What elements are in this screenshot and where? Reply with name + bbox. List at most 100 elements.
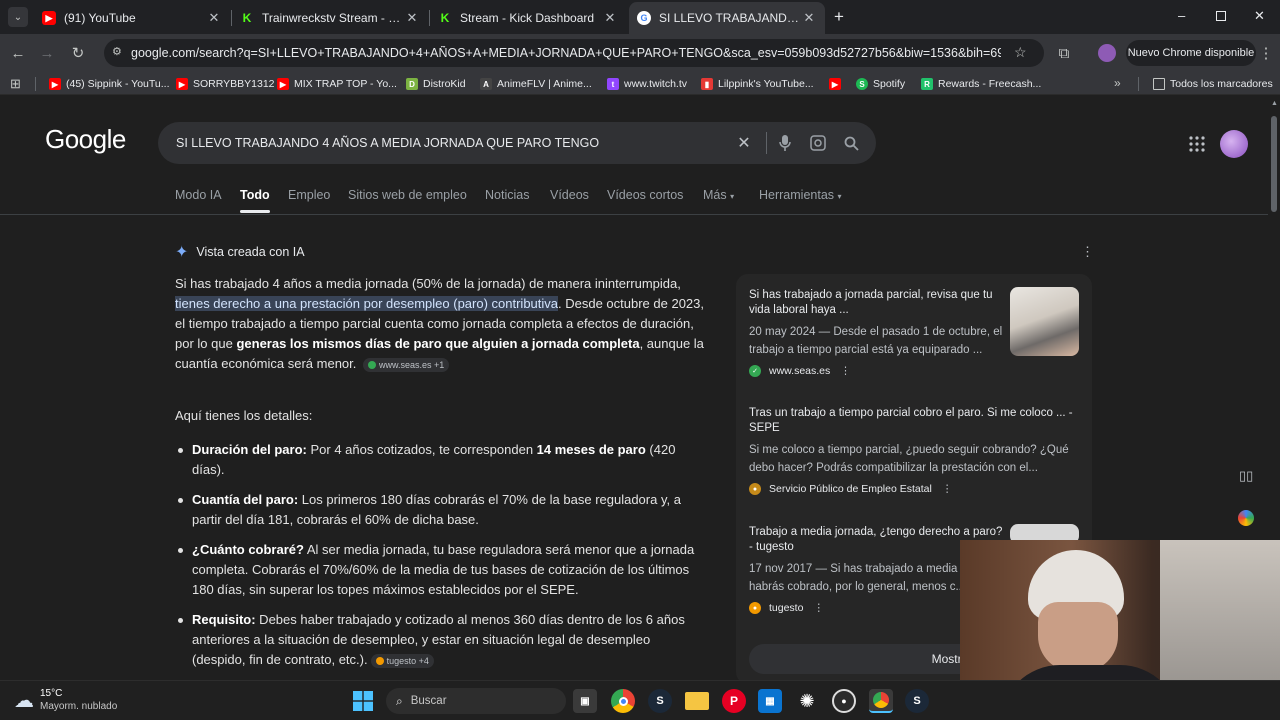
address-bar[interactable]: ⚙ google.com/search?q=SI+LLEVO+TRABAJAND…: [104, 39, 1044, 67]
minimize-icon[interactable]: –: [1178, 8, 1192, 23]
restore-icon[interactable]: [1216, 11, 1226, 21]
file-explorer-icon[interactable]: [685, 692, 709, 710]
site-info-icon[interactable]: ⚙: [112, 45, 122, 58]
list-item: Requisito: Debes haber trabajado y cotiz…: [175, 610, 703, 670]
all-bookmarks-folder[interactable]: Todos los marcadores: [1153, 76, 1273, 92]
tab-herramientas[interactable]: Herramientas ▾: [759, 188, 842, 202]
source-chip[interactable]: www.seas.es +1: [363, 357, 450, 372]
openai-icon[interactable]: ✺: [795, 689, 819, 713]
source-chip[interactable]: tugesto +4: [370, 653, 434, 668]
chart-icon: ▮: [701, 78, 713, 90]
close-window-icon[interactable]: ✕: [1254, 8, 1265, 24]
source-site[interactable]: ✓ www.seas.es ⋮: [749, 365, 1004, 377]
clear-icon[interactable]: ✕: [734, 133, 754, 153]
more-options-icon[interactable]: ⋮: [813, 602, 824, 614]
source-site[interactable]: ● Servicio Público de Empleo Estatal ⋮: [749, 483, 1083, 495]
store-icon[interactable]: ▦: [758, 689, 782, 713]
tab-noticias[interactable]: Noticias: [485, 188, 529, 202]
bookmark-item[interactable]: ▶ MIX TRAP TOP - Yo...: [277, 76, 397, 92]
microphone-icon[interactable]: [775, 133, 795, 153]
tab-google-search[interactable]: G SI LLEVO TRABAJANDO 4 AÑOS ✕: [629, 2, 825, 34]
bookmark-item[interactable]: t www.twitch.tv: [607, 76, 687, 92]
animeflv-icon: A: [480, 78, 492, 90]
details-heading: Aquí tienes los detalles:: [175, 408, 313, 423]
menu-dots-icon[interactable]: ⋮: [1254, 41, 1278, 65]
kick-icon: K: [438, 11, 452, 25]
weather-widget[interactable]: ☁ 15°C Mayorm. nublado: [14, 687, 117, 713]
source-card[interactable]: Si has trabajado a jornada parcial, revi…: [749, 288, 1004, 377]
bookmark-item[interactable]: ▮ Lilppink's YouTube...: [701, 76, 814, 92]
update-chrome-button[interactable]: Nuevo Chrome disponible: [1126, 40, 1256, 66]
more-options-icon[interactable]: ⋮: [840, 365, 851, 377]
tab-modo-ia[interactable]: Modo IA: [175, 188, 222, 202]
bookmark-item[interactable]: S Spotify: [856, 76, 905, 92]
bookmark-item[interactable]: D DistroKid: [406, 76, 466, 92]
bookmark-star-icon[interactable]: ☆: [1014, 44, 1027, 61]
sparkle-icon: ✦: [175, 244, 189, 261]
bookmark-item[interactable]: ▶: [829, 76, 846, 92]
tab-mas[interactable]: Más ▾: [703, 188, 734, 202]
verified-icon: ✓: [749, 365, 761, 377]
extensions-icon[interactable]: ⧉: [1052, 41, 1076, 65]
highlighted-answer[interactable]: tienes derecho a una prestación por dese…: [175, 296, 559, 311]
task-view-icon[interactable]: ▣: [573, 689, 597, 713]
obs-icon[interactable]: ●: [832, 689, 856, 713]
tab-videos[interactable]: Vídeos: [550, 188, 589, 202]
search-icon[interactable]: [841, 133, 861, 153]
tab-title: Stream - Kick Dashboard: [460, 11, 595, 25]
scroll-up-icon[interactable]: ▲: [1271, 100, 1278, 107]
tab-sitios-web-empleo[interactable]: Sitios web de empleo: [348, 188, 467, 202]
windows-start-icon[interactable]: [351, 689, 375, 713]
tab-search-button[interactable]: ⌄: [8, 7, 28, 27]
chrome-labs-icon[interactable]: [1238, 510, 1254, 526]
browser-toolbar: ← → ↻ ⚙ google.com/search?q=SI+LLEVO+TRA…: [0, 34, 1280, 72]
chrome-active-icon[interactable]: [869, 689, 893, 713]
chrome-icon[interactable]: [611, 689, 635, 713]
bookmark-item[interactable]: A AnimeFLV | Anime...: [480, 76, 592, 92]
back-icon[interactable]: ←: [6, 41, 30, 65]
lens-icon[interactable]: [808, 133, 828, 153]
profile-avatar[interactable]: [1098, 44, 1116, 62]
more-options-icon[interactable]: ⋮: [942, 483, 953, 495]
pinterest-icon[interactable]: P: [722, 689, 746, 713]
reload-icon[interactable]: ↻: [66, 41, 90, 65]
steam-icon[interactable]: S: [905, 689, 929, 713]
source-title[interactable]: Tras un trabajo a tiempo parcial cobro e…: [749, 406, 1083, 436]
tab-kick-dashboard[interactable]: K Stream - Kick Dashboard ✕: [430, 4, 626, 32]
bookmark-item[interactable]: R Rewards - Freecash...: [921, 76, 1041, 92]
google-apps-icon[interactable]: [1189, 136, 1205, 152]
youtube-icon: ▶: [829, 78, 841, 90]
tab-videos-cortos[interactable]: Vídeos cortos: [607, 188, 683, 202]
account-avatar[interactable]: [1220, 130, 1248, 158]
close-icon[interactable]: ✕: [801, 10, 817, 26]
bookmark-item[interactable]: ▶ SORRYBBY1312: [176, 76, 275, 92]
dropdown-icon: ▾: [837, 192, 842, 201]
more-bookmarks-icon[interactable]: »: [1114, 76, 1121, 90]
scroll-thumb[interactable]: [1271, 116, 1277, 212]
apps-grid-icon[interactable]: ⊞: [10, 76, 21, 92]
close-icon[interactable]: ✕: [206, 10, 222, 26]
sepe-icon: ●: [749, 483, 761, 495]
more-options-icon[interactable]: ⋮: [1081, 244, 1094, 260]
search-box[interactable]: SI LLEVO TRABAJANDO 4 AÑOS A MEDIA JORNA…: [158, 122, 876, 164]
tab-title: Trainwreckstv Stream - Watch Li: [262, 11, 404, 25]
distrokid-icon: D: [406, 78, 418, 90]
tab-youtube[interactable]: ▶ (91) YouTube ✕: [34, 4, 230, 32]
close-icon[interactable]: ✕: [404, 10, 420, 26]
steam-icon[interactable]: S: [648, 689, 672, 713]
taskbar-search[interactable]: ⌕ Buscar: [386, 688, 566, 714]
google-logo[interactable]: Google: [45, 124, 126, 155]
side-panel-icon[interactable]: ▯▯: [1239, 468, 1253, 484]
tab-empleo[interactable]: Empleo: [288, 188, 330, 202]
tab-todo[interactable]: Todo: [240, 188, 270, 213]
bookmark-separator: [35, 77, 36, 91]
new-tab-button[interactable]: +: [830, 8, 848, 26]
source-card[interactable]: Tras un trabajo a tiempo parcial cobro e…: [749, 406, 1083, 495]
bookmark-item[interactable]: ▶ (45) Sippink - YouTu...: [49, 76, 170, 92]
tab-trainwreckstv[interactable]: K Trainwreckstv Stream - Watch Li ✕: [232, 4, 428, 32]
forward-icon[interactable]: →: [35, 41, 59, 65]
search-input[interactable]: SI LLEVO TRABAJANDO 4 AÑOS A MEDIA JORNA…: [176, 136, 599, 150]
close-icon[interactable]: ✕: [602, 10, 618, 26]
source-thumbnail[interactable]: [1010, 287, 1079, 356]
source-title[interactable]: Si has trabajado a jornada parcial, revi…: [749, 288, 1004, 318]
